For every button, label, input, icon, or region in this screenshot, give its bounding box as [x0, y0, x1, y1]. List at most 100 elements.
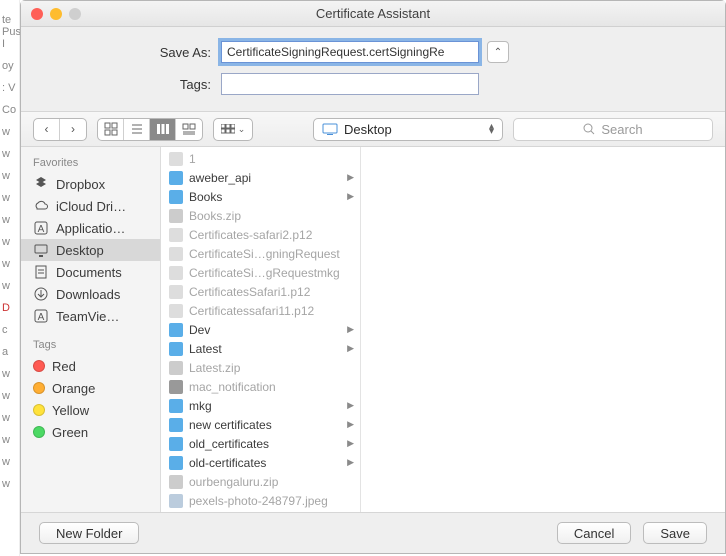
file-item[interactable]: aweber_api▶ — [161, 168, 360, 187]
back-button[interactable]: ‹ — [34, 119, 60, 140]
chevron-right-icon: ▶ — [347, 457, 354, 468]
doc-icon — [33, 264, 49, 280]
tag-label: Orange — [52, 381, 95, 396]
chevron-down-icon: ⌄ — [238, 124, 246, 135]
file-item[interactable]: new certificates▶ — [161, 415, 360, 434]
file-item[interactable]: Certificates-safari2.p12 — [161, 225, 360, 244]
icon-view-button[interactable] — [98, 119, 124, 140]
cancel-button[interactable]: Cancel — [557, 522, 631, 544]
file-name: mkg — [189, 399, 212, 413]
coverflow-icon — [182, 122, 196, 136]
file-item[interactable]: mac_notification — [161, 377, 360, 396]
search-icon — [583, 123, 595, 135]
location-dropdown[interactable]: Desktop ▴▾ — [313, 118, 503, 141]
window-title: Certificate Assistant — [21, 6, 725, 21]
file-icon — [169, 152, 183, 166]
sidebar-item-label: Desktop — [56, 243, 104, 258]
cloud-icon — [33, 198, 49, 214]
new-folder-button[interactable]: New Folder — [39, 522, 139, 544]
tag-dot-icon — [33, 382, 45, 394]
chevron-right-icon: ▶ — [347, 343, 354, 354]
list-view-button[interactable] — [124, 119, 150, 140]
file-item[interactable]: old_certificates ▶ — [161, 434, 360, 453]
sidebar-item-teamvie-[interactable]: ATeamVie… — [21, 305, 160, 327]
sidebar-item-label: Documents — [56, 265, 122, 280]
chevron-right-icon: ▶ — [347, 400, 354, 411]
list-icon — [130, 122, 144, 136]
file-name: old_certificates — [189, 437, 269, 451]
tag-label: Red — [52, 359, 76, 374]
coverflow-view-button[interactable] — [176, 119, 202, 140]
browser-toolbar: ‹ › ⌄ Desktop ▴▾ — [21, 111, 725, 147]
chevron-right-icon: ▶ — [347, 172, 354, 183]
file-item[interactable]: CertificateSi…gRequestmkg — [161, 263, 360, 282]
save-as-input[interactable] — [221, 41, 479, 63]
file-item[interactable]: ourbengaluru.zip — [161, 472, 360, 491]
file-name: CertificateSi…gRequestmkg — [189, 266, 340, 280]
chevron-right-icon: ▶ — [347, 438, 354, 449]
sidebar-item-dropbox[interactable]: Dropbox — [21, 173, 160, 195]
titlebar: Certificate Assistant — [21, 1, 725, 27]
sidebar-item-documents[interactable]: Documents — [21, 261, 160, 283]
file-item[interactable]: Latest▶ — [161, 339, 360, 358]
file-item[interactable]: mkg ▶ — [161, 396, 360, 415]
tags-label: Tags: — [61, 77, 221, 92]
folder-icon — [169, 437, 183, 451]
tags-input[interactable] — [221, 73, 479, 95]
sidebar-item-applicatio-[interactable]: A Applicatio… — [21, 217, 160, 239]
file-item[interactable]: Dev▶ — [161, 320, 360, 339]
group-by-button[interactable]: ⌄ — [214, 119, 252, 140]
file-name: Latest.zip — [189, 361, 240, 375]
file-name: ourbengaluru.zip — [189, 475, 278, 489]
file-icon — [169, 361, 183, 375]
chevron-right-icon: ▶ — [347, 191, 354, 202]
file-item[interactable]: Certificatessafari11.p12 — [161, 301, 360, 320]
file-item[interactable]: CertificateSi…gningRequest — [161, 244, 360, 263]
updown-icon: ▴▾ — [489, 124, 494, 134]
save-as-label: Save As: — [61, 45, 221, 60]
file-item[interactable]: Books▶ — [161, 187, 360, 206]
sidebar-item-downloads[interactable]: Downloads — [21, 283, 160, 305]
location-label: Desktop — [344, 122, 392, 137]
nav-buttons: ‹ › — [33, 118, 87, 141]
desktop-icon — [33, 242, 49, 258]
file-name: mac_notification — [189, 380, 276, 394]
desktop-icon — [322, 123, 338, 135]
sidebar: Favorites DropboxiCloud Dri…AApplicatio…… — [21, 147, 161, 512]
tag-orange[interactable]: Orange — [21, 377, 160, 399]
empty-column — [361, 147, 725, 512]
tag-green[interactable]: Green — [21, 421, 160, 443]
tags-header: Tags — [21, 335, 160, 355]
chevron-up-icon: ⌃ — [494, 47, 502, 58]
file-name: Certificates-safari2.p12 — [189, 228, 312, 242]
tag-yellow[interactable]: Yellow — [21, 399, 160, 421]
file-item[interactable]: old-certificates▶ — [161, 453, 360, 472]
column-view-button[interactable] — [150, 119, 176, 140]
sidebar-item-icloud-dri-[interactable]: iCloud Dri… — [21, 195, 160, 217]
save-dialog: Certificate Assistant Save As: ⌃ Tags: ‹… — [20, 0, 726, 554]
forward-button[interactable]: › — [60, 119, 86, 140]
app-icon: A — [33, 220, 49, 236]
tag-red[interactable]: Red — [21, 355, 160, 377]
file-item[interactable]: Books.zip — [161, 206, 360, 225]
grid-small-icon — [221, 124, 235, 134]
file-item[interactable]: CertificatesSafari1.p12 — [161, 282, 360, 301]
collapse-button[interactable]: ⌃ — [487, 41, 509, 63]
sidebar-item-desktop[interactable]: Desktop — [21, 239, 160, 261]
file-name: Dev — [189, 323, 210, 337]
file-item[interactable]: Latest.zip — [161, 358, 360, 377]
bg-hint: te Push I — [0, 14, 19, 50]
file-name: new certificates — [189, 418, 272, 432]
view-mode-segment — [97, 118, 203, 141]
grid-icon — [104, 122, 118, 136]
folder-icon — [169, 342, 183, 356]
folder-icon — [169, 323, 183, 337]
file-item[interactable]: pexels-photo-248797.jpeg — [161, 491, 360, 510]
search-input[interactable]: Search — [513, 118, 713, 141]
svg-text:A: A — [38, 312, 45, 323]
save-button[interactable]: Save — [643, 522, 707, 544]
sidebar-item-label: Applicatio… — [56, 221, 125, 236]
file-item[interactable]: 1 — [161, 149, 360, 168]
tag-dot-icon — [33, 426, 45, 438]
file-icon — [169, 475, 183, 489]
